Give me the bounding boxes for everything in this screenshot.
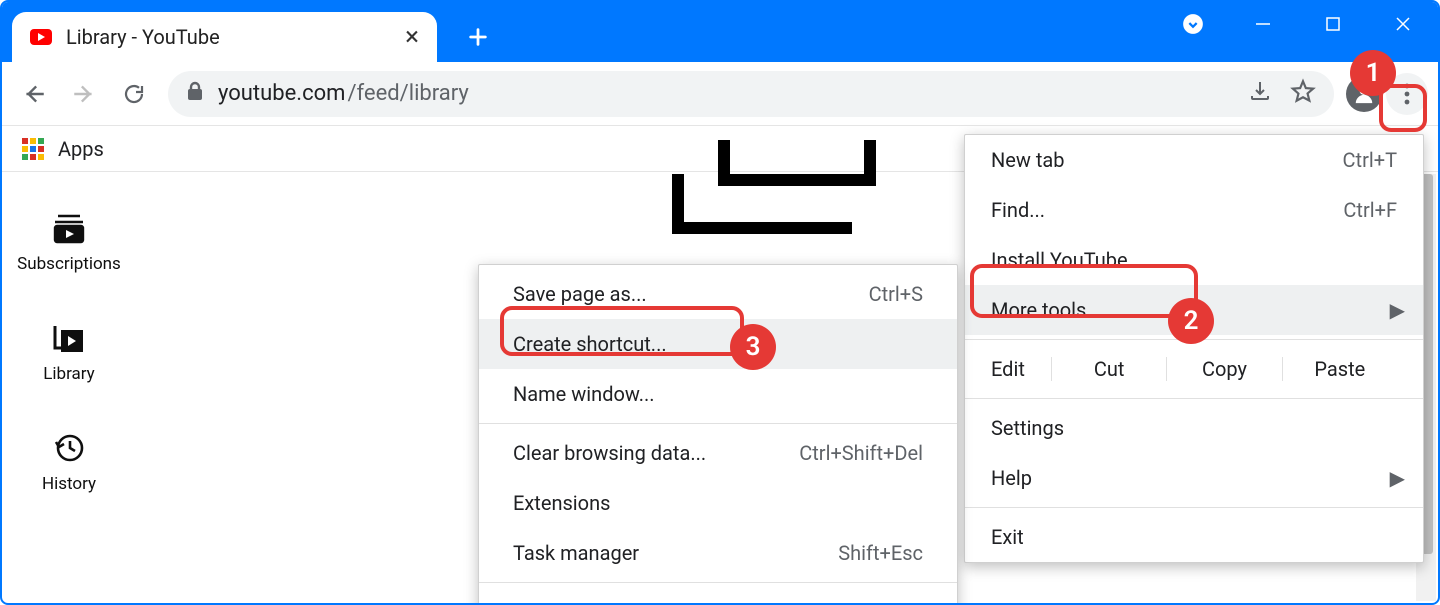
menu-install-youtube[interactable]: Install YouTube...	[965, 235, 1423, 285]
menu-label: Developer tools	[513, 600, 651, 605]
badge-number: 3	[746, 332, 761, 362]
bookmark-star-icon[interactable]	[1290, 78, 1316, 110]
sidebar-label: Library	[43, 364, 94, 384]
sidebar-item-history[interactable]: History	[42, 432, 96, 494]
sidebar-label: History	[42, 474, 96, 494]
menu-label: Clear browsing data...	[513, 441, 706, 465]
menu-cut[interactable]: Cut	[1051, 357, 1166, 381]
menu-edit-row: Edit Cut Copy Paste	[965, 344, 1423, 394]
close-tab-icon[interactable]: ×	[405, 22, 419, 52]
submenu-task-manager[interactable]: Task manager Shift+Esc	[479, 528, 957, 578]
reload-button[interactable]	[112, 72, 156, 116]
sidebar-item-library[interactable]: Library	[43, 322, 94, 384]
menu-label: Extensions	[513, 491, 610, 515]
browser-tab[interactable]: Library - YouTube ×	[12, 12, 437, 62]
submenu-create-shortcut[interactable]: Create shortcut...	[479, 319, 957, 369]
window-controls	[1158, 2, 1438, 46]
badge-number: 1	[1366, 58, 1381, 88]
menu-label: Find...	[991, 198, 1045, 222]
menu-shortcut: Ctrl+Shift+Del	[799, 441, 923, 465]
submenu-save-page-as[interactable]: Save page as... Ctrl+S	[479, 269, 957, 319]
menu-label: More tools	[991, 298, 1086, 322]
annotation-badge-1: 1	[1350, 50, 1396, 96]
address-bar[interactable]: youtube.com/feed/library	[168, 71, 1334, 117]
badge-number: 2	[1184, 306, 1199, 336]
lock-icon	[186, 81, 204, 107]
tab-title: Library - YouTube	[66, 25, 220, 49]
menu-shortcut: Ctrl+T	[1343, 148, 1397, 172]
menu-label: Help	[991, 466, 1032, 490]
youtube-icon	[30, 29, 52, 45]
youtube-sidebar: Subscriptions Library History	[4, 174, 134, 601]
submenu-developer-tools[interactable]: Developer tools Ctrl+Shift+I	[479, 587, 957, 605]
menu-find[interactable]: Find... Ctrl+F	[965, 185, 1423, 235]
submenu-extensions[interactable]: Extensions	[479, 478, 957, 528]
titlebar: Library - YouTube ×	[2, 2, 1438, 62]
menu-shortcut: Ctrl+S	[869, 282, 923, 306]
menu-copy[interactable]: Copy	[1166, 357, 1281, 381]
library-page-icon	[672, 174, 852, 234]
menu-label: Create shortcut...	[513, 332, 667, 356]
browser-window: Library - YouTube × you	[0, 0, 1440, 605]
menu-new-tab[interactable]: New tab Ctrl+T	[965, 135, 1423, 185]
extension-indicator-icon[interactable]	[1158, 2, 1228, 46]
menu-label: Save page as...	[513, 282, 647, 306]
url-host: youtube.com	[218, 81, 345, 106]
menu-shortcut: Ctrl+Shift+I	[822, 600, 923, 605]
menu-label: Settings	[991, 416, 1064, 440]
close-window-button[interactable]	[1368, 2, 1438, 46]
back-button[interactable]	[12, 72, 56, 116]
submenu-arrow-icon: ▶	[1390, 466, 1405, 490]
menu-exit[interactable]: Exit	[965, 512, 1423, 562]
toolbar: youtube.com/feed/library	[2, 62, 1438, 126]
menu-help[interactable]: Help ▶	[965, 453, 1423, 503]
menu-label: Task manager	[513, 541, 639, 565]
menu-separator	[965, 507, 1423, 508]
menu-separator	[479, 423, 957, 424]
annotation-badge-2: 2	[1168, 298, 1214, 344]
maximize-button[interactable]	[1298, 2, 1368, 46]
chrome-main-menu: New tab Ctrl+T Find... Ctrl+F Install Yo…	[964, 134, 1424, 563]
menu-settings[interactable]: Settings	[965, 403, 1423, 453]
forward-button[interactable]	[62, 72, 106, 116]
annotation-badge-3: 3	[730, 324, 776, 370]
menu-shortcut: Ctrl+F	[1343, 198, 1397, 222]
sidebar-item-subscriptions[interactable]: Subscriptions	[17, 214, 121, 274]
new-tab-button[interactable]	[461, 20, 495, 54]
url-path: /feed/library	[347, 81, 468, 106]
menu-paste[interactable]: Paste	[1282, 357, 1397, 381]
menu-shortcut: Shift+Esc	[838, 541, 923, 565]
install-app-icon[interactable]	[1248, 79, 1272, 109]
submenu-arrow-icon: ▶	[1390, 298, 1405, 322]
sidebar-label: Subscriptions	[17, 254, 121, 274]
menu-label: Name window...	[513, 382, 655, 406]
more-tools-submenu: Save page as... Ctrl+S Create shortcut..…	[478, 264, 958, 605]
menu-label: New tab	[991, 148, 1065, 172]
apps-icon[interactable]	[22, 138, 44, 160]
submenu-name-window[interactable]: Name window...	[479, 369, 957, 419]
menu-label: Exit	[991, 525, 1024, 549]
menu-separator	[479, 582, 957, 583]
apps-label[interactable]: Apps	[58, 137, 104, 161]
submenu-clear-browsing-data[interactable]: Clear browsing data... Ctrl+Shift+Del	[479, 428, 957, 478]
menu-label: Install YouTube...	[991, 248, 1143, 272]
menu-edit-label: Edit	[991, 357, 1051, 381]
menu-separator	[965, 398, 1423, 399]
minimize-button[interactable]	[1228, 2, 1298, 46]
